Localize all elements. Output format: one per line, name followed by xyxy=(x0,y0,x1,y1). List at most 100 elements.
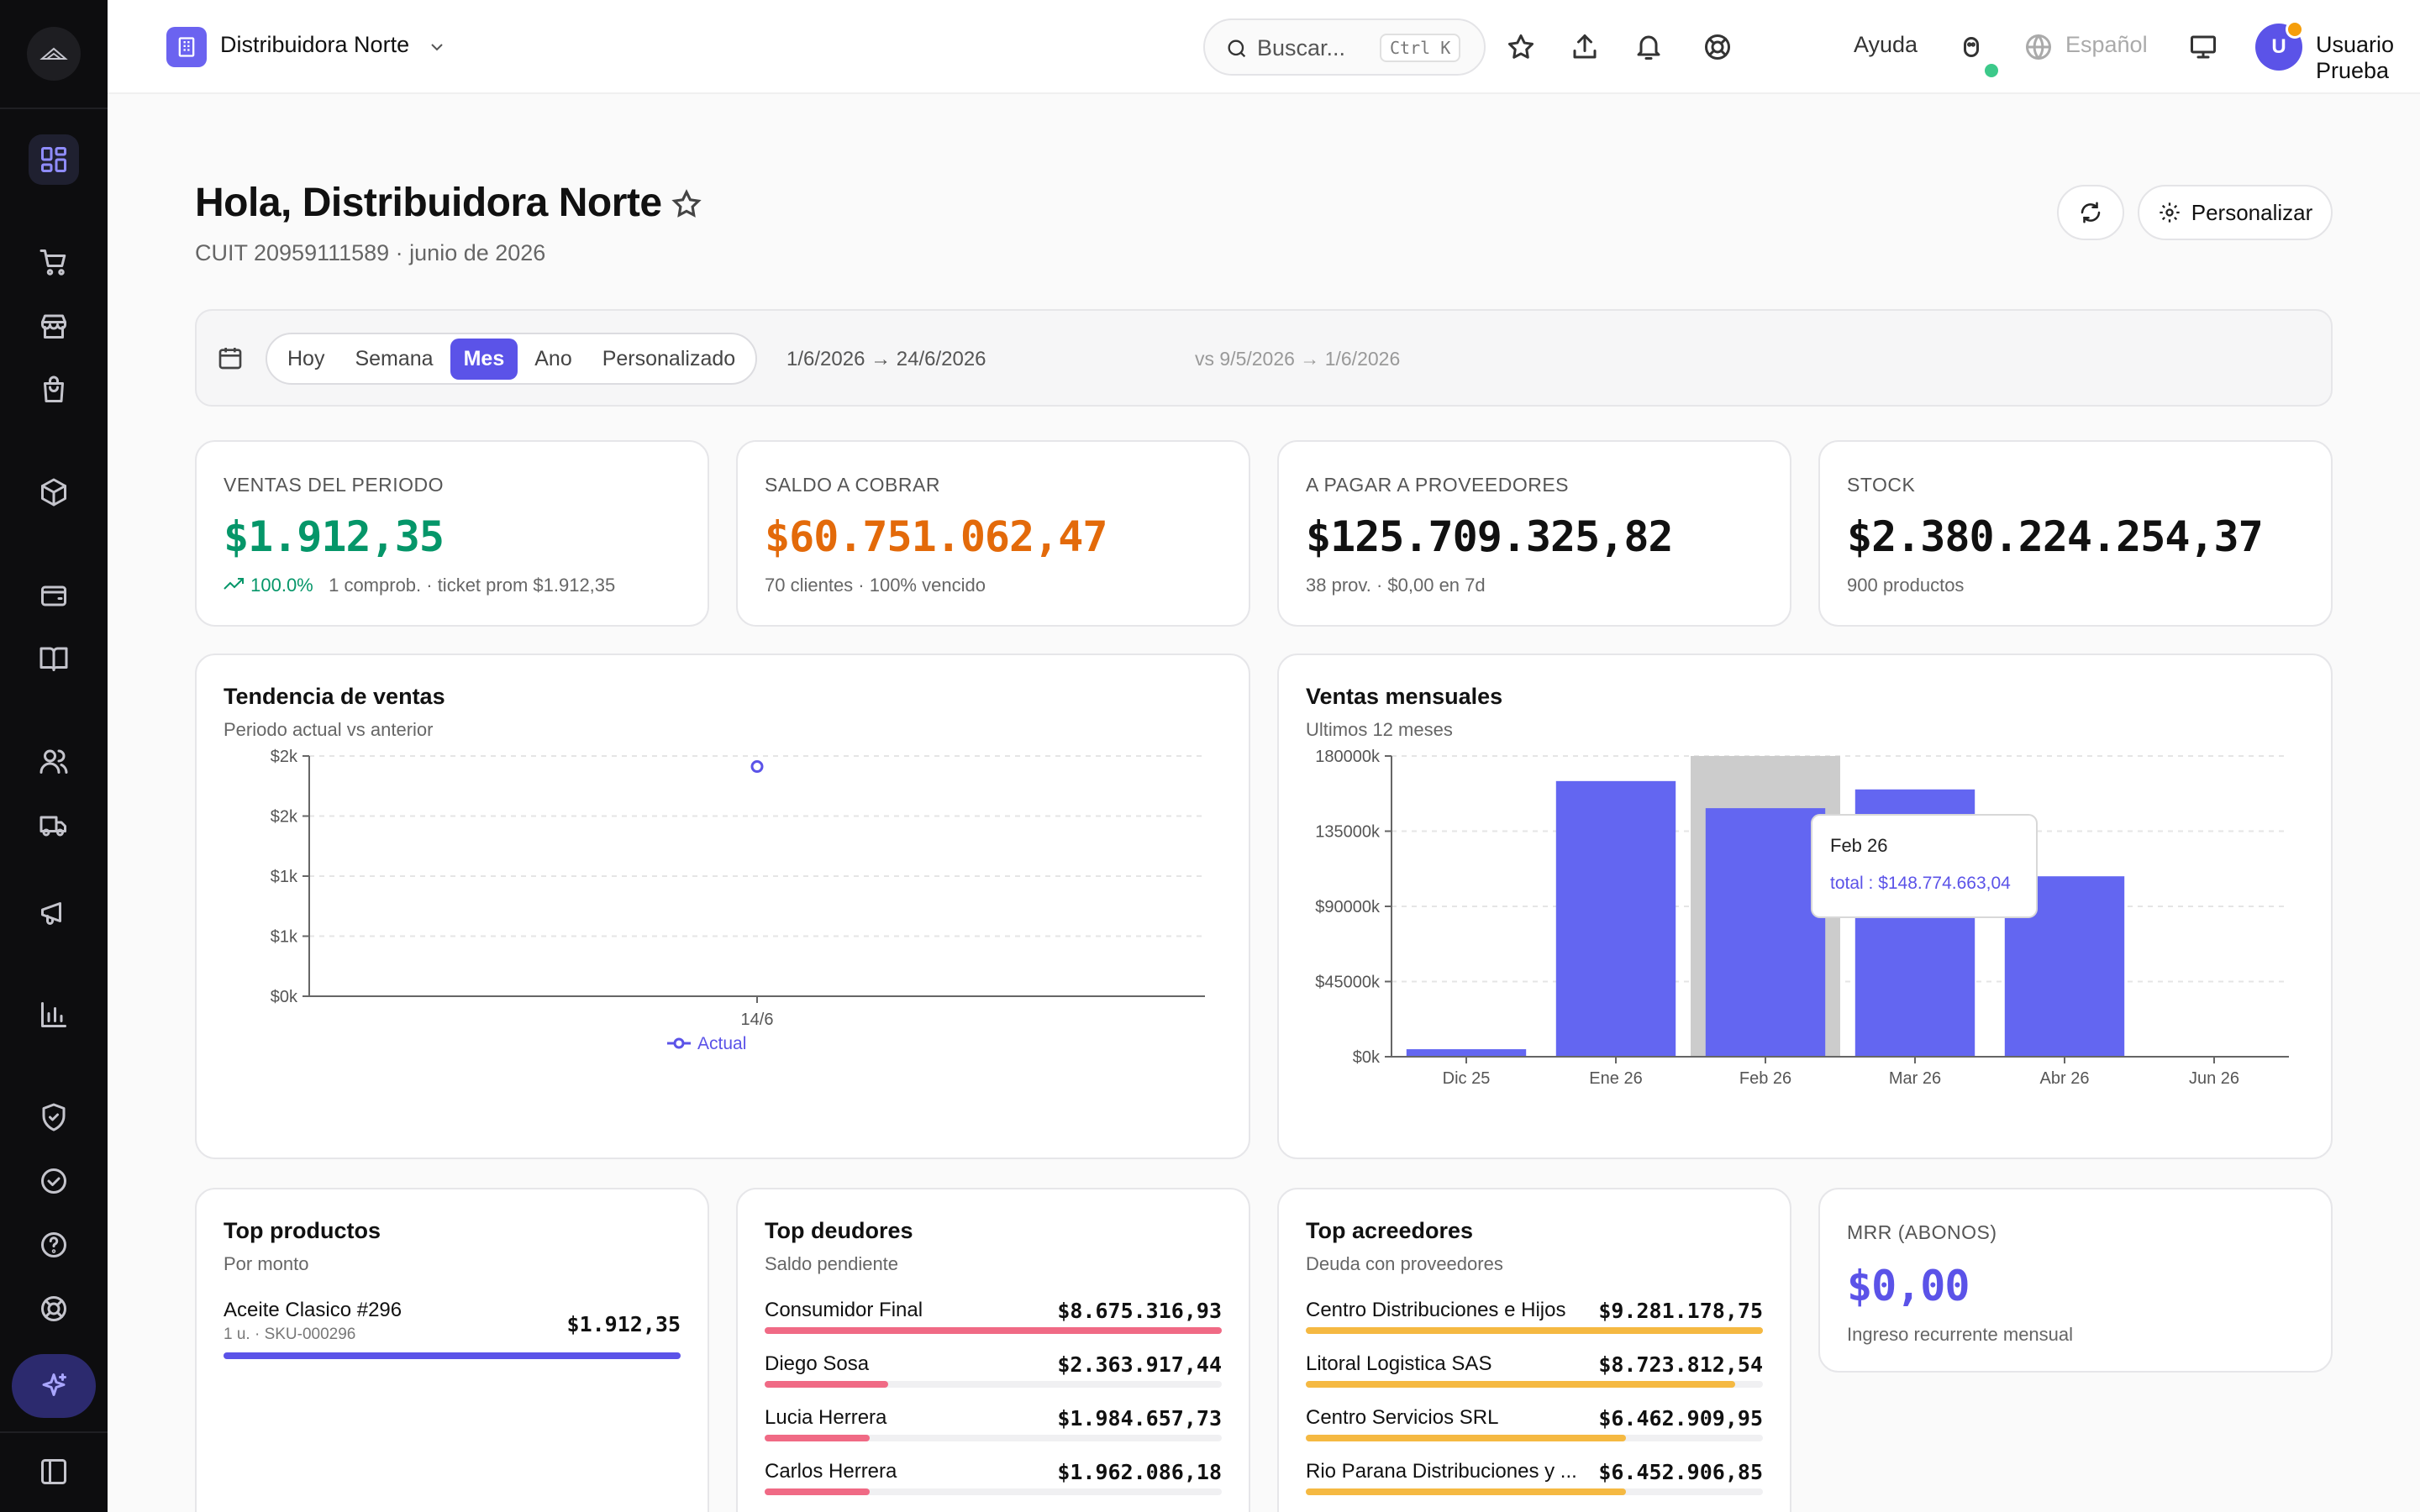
sidebar-item-sales[interactable] xyxy=(29,237,79,287)
kpi-detail: Ingreso recurrente mensual xyxy=(1847,1324,2074,1345)
card-subtitle: Por monto xyxy=(224,1253,309,1274)
period-option-personalizado[interactable]: Personalizado xyxy=(589,339,749,380)
shield-check-icon xyxy=(42,1103,66,1131)
list-item-bar xyxy=(1306,1488,1626,1495)
building-icon xyxy=(178,37,195,57)
sidebar-item-dashboard[interactable] xyxy=(29,134,79,185)
sidebar-item-security[interactable] xyxy=(29,1092,79,1142)
period-option-mes[interactable]: Mes xyxy=(450,338,518,380)
company-icon[interactable] xyxy=(166,27,207,67)
sidebar-item-assistant[interactable] xyxy=(12,1354,96,1418)
language-icon[interactable] xyxy=(2023,32,2054,66)
chevron-down-icon[interactable] xyxy=(427,37,447,61)
sidebar-item-customers[interactable] xyxy=(29,736,79,786)
list-item-bar-track xyxy=(765,1435,1222,1441)
cart-icon xyxy=(39,249,66,276)
assistant-status-button[interactable] xyxy=(1956,32,1986,66)
search-icon xyxy=(1228,39,1246,58)
period-option-hoy[interactable]: Hoy xyxy=(274,339,338,380)
customize-button[interactable]: Personalizar xyxy=(2138,185,2333,240)
sidebar-item-ledger[interactable] xyxy=(29,633,79,684)
megaphone-icon xyxy=(41,902,61,925)
list-item-name[interactable]: Lucia Herrera xyxy=(765,1406,886,1430)
sidebar-item-wallet[interactable] xyxy=(29,570,79,620)
kpi-subtext: 100.0% 1 comprob. · ticket prom $1.912,3… xyxy=(224,575,615,596)
list-item-name[interactable]: Rio Parana Distribuciones y ... xyxy=(1306,1460,1577,1483)
sidebar-item-reports[interactable] xyxy=(29,990,79,1040)
kpi-card-stock: STOCK $2.380.224.254,37 900 productos xyxy=(1818,440,2333,627)
list-item-value: $8.723.812,54 xyxy=(1598,1352,1763,1377)
sales-trend-card: Tendencia de ventas Periodo actual vs an… xyxy=(195,654,1250,1159)
bar xyxy=(1406,1049,1527,1057)
mrr-card: MRR (ABONOS) $0,00 Ingreso recurrente me… xyxy=(1818,1188,2333,1373)
display-button[interactable] xyxy=(2188,32,2218,66)
favorites-button[interactable] xyxy=(1506,32,1536,66)
list-item-name[interactable]: Centro Distribuciones e Hijos xyxy=(1306,1299,1565,1322)
calendar-icon[interactable] xyxy=(217,344,244,371)
list-item-bar xyxy=(765,1435,871,1441)
x-tick-label: Ene 26 xyxy=(1589,1069,1642,1088)
sidebar-item-support[interactable] xyxy=(29,1284,79,1334)
list-item-name[interactable]: Consumidor Final xyxy=(765,1299,923,1322)
kpi-detail: 900 productos xyxy=(1847,575,1965,596)
y-tick-label: $90000k xyxy=(1315,898,1381,916)
list-item-name[interactable]: Carlos Herrera xyxy=(765,1460,897,1483)
gear-icon xyxy=(2160,202,2180,223)
help-button[interactable]: Ayuda xyxy=(1854,32,1918,58)
card-title: Top productos xyxy=(224,1218,381,1243)
tooltip xyxy=(1811,814,2038,918)
x-tick-label: Jun 26 xyxy=(2189,1069,2239,1088)
bar-chart-icon xyxy=(41,1002,66,1027)
tooltip-title: Feb 26 xyxy=(1830,835,1888,856)
period-option-semana[interactable]: Semana xyxy=(341,339,446,380)
sparkles-icon xyxy=(42,1373,66,1396)
search-input[interactable]: Buscar... Ctrl K xyxy=(1203,18,1486,76)
sidebar-item-purchases[interactable] xyxy=(29,365,79,415)
kpi-detail: 70 clientes · 100% vencido xyxy=(765,575,986,596)
sidebar-item-delivery[interactable] xyxy=(29,800,79,850)
top-bar: Distribuidora Norte Buscar... Ctrl K Ayu… xyxy=(108,0,2420,94)
refresh-button[interactable] xyxy=(2057,185,2124,240)
bot-icon xyxy=(1964,37,1979,57)
card-subtitle: Periodo actual vs anterior xyxy=(224,719,434,740)
kpi-card-payables: A PAGAR A PROVEEDORES $125.709.325,82 38… xyxy=(1277,440,1791,627)
top-debtors-card: Top deudores Saldo pendiente Consumidor … xyxy=(736,1188,1250,1512)
app-logo[interactable] xyxy=(27,27,81,81)
list-item-name[interactable]: Diego Sosa xyxy=(765,1352,869,1376)
legend-label: Actual xyxy=(697,1034,746,1053)
monthly-sales-chart: $0k $45000k $90000k 135000k 180000k Dic 25 Ene… xyxy=(1315,748,2289,1088)
bell-icon xyxy=(1637,35,1660,60)
compare-range: vs 9/5/2026 → 1/6/2026 xyxy=(1195,348,1401,370)
share-button[interactable] xyxy=(1570,32,1600,66)
list-item-value: $6.462.909,95 xyxy=(1598,1406,1763,1431)
list-item-bar-track xyxy=(224,1352,681,1359)
sidebar-item-store[interactable] xyxy=(29,301,79,351)
sidebar-toggle-button[interactable] xyxy=(29,1446,79,1497)
sidebar-item-marketing[interactable] xyxy=(29,887,79,937)
list-item-name[interactable]: Litoral Logistica SAS xyxy=(1306,1352,1491,1376)
company-selector[interactable]: Distribuidora Norte xyxy=(220,32,409,58)
kpi-label: A PAGAR A PROVEEDORES xyxy=(1306,474,1570,496)
list-item-meta: 1 u. · SKU-000296 xyxy=(224,1326,356,1343)
sidebar-item-tasks[interactable] xyxy=(29,1156,79,1206)
user-menu[interactable]: Usuario Prueba xyxy=(2316,32,2420,84)
sidebar-item-help[interactable] xyxy=(29,1220,79,1270)
period-option-ano[interactable]: Ano xyxy=(521,339,585,380)
y-tick-label: $2k xyxy=(271,808,298,827)
list-item-bar-track xyxy=(765,1488,1222,1495)
list-item-name[interactable]: Centro Servicios SRL xyxy=(1306,1406,1498,1430)
notifications-button[interactable] xyxy=(1634,32,1664,66)
truck-icon xyxy=(39,816,66,837)
list-item-name[interactable]: Aceite Clasico #296 xyxy=(224,1299,402,1322)
list-item-bar xyxy=(224,1352,681,1359)
page-subtitle: CUIT 20959111589 · junio de 2026 xyxy=(195,240,546,265)
help-button-icon[interactable] xyxy=(1702,32,1733,66)
sidebar-item-inventory[interactable] xyxy=(29,467,79,517)
language-selector[interactable]: Español xyxy=(2065,32,2148,58)
x-tick-label: 14/6 xyxy=(741,1011,774,1029)
y-tick-label: $2k xyxy=(271,748,298,766)
card-title: Top acreedores xyxy=(1306,1218,1474,1243)
favorite-page-button[interactable] xyxy=(671,188,702,224)
check-circle-icon xyxy=(41,1168,66,1194)
dashboard-icon xyxy=(41,147,66,172)
